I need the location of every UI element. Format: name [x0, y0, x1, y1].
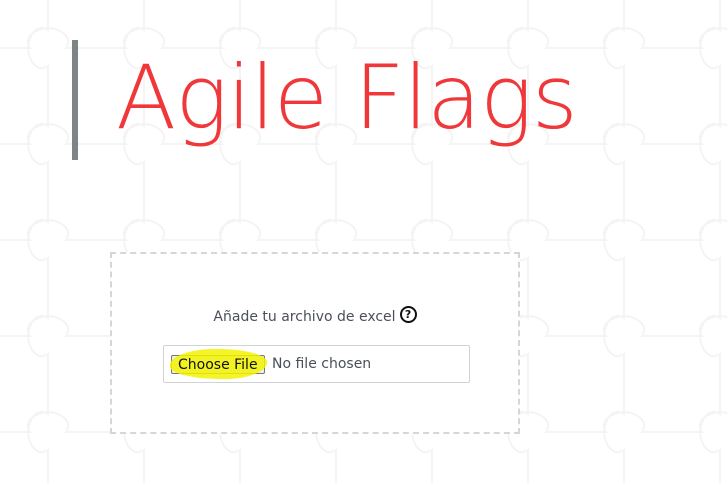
file-input[interactable]: Choose File No file chosen: [163, 345, 470, 383]
question-circle-icon[interactable]: ?: [399, 306, 417, 323]
upload-label: Añade tu archivo de excel: [213, 309, 396, 325]
page-title: Agile Flags: [116, 46, 578, 149]
file-status-text: No file chosen: [272, 356, 372, 372]
choose-file-label: Choose File: [178, 357, 258, 373]
file-upload-dropzone[interactable]: Añade tu archivo de excel? Choose File N…: [110, 252, 520, 434]
upload-label-row: Añade tu archivo de excel?: [112, 306, 518, 325]
title-accent-bar: [72, 40, 78, 160]
choose-file-button[interactable]: Choose File: [171, 355, 265, 374]
